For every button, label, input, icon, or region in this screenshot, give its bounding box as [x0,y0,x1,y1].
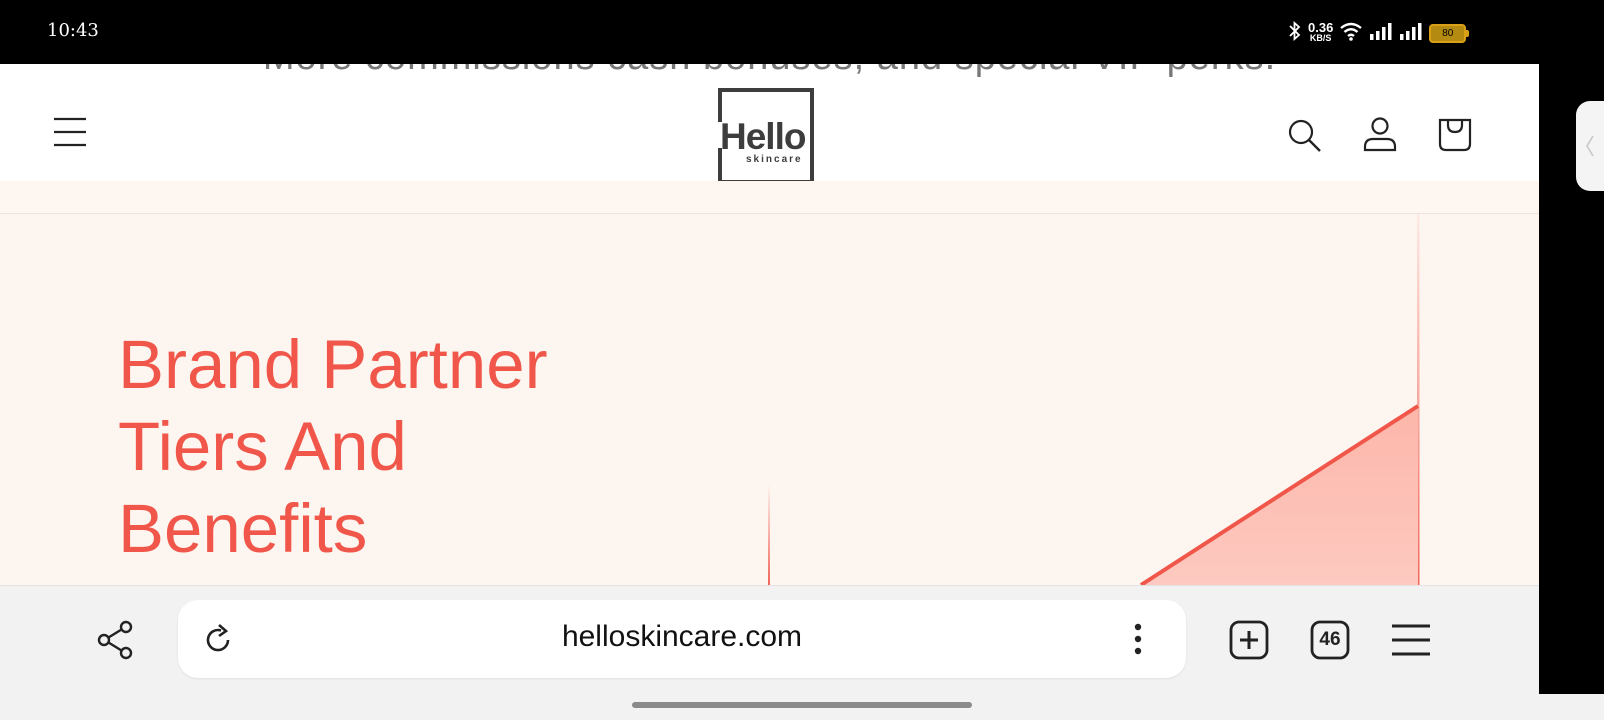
status-time: 10:43 [47,20,99,41]
promo-banner-text: More commissions cash bonuses, and speci… [0,64,1539,79]
hero-title-line: Benefits [118,490,368,567]
site-header: Hello skincare [0,64,1539,184]
cart-icon[interactable] [1435,114,1475,154]
logo-text: Hello [720,116,806,157]
search-icon[interactable] [1285,116,1325,156]
new-tab-icon[interactable] [1228,619,1270,661]
signal-icon [1399,22,1423,45]
wifi-icon [1339,21,1363,46]
menu-icon[interactable] [50,112,90,152]
hero-title-line: Tiers And [118,408,407,485]
status-bar: 10:43 0.36 KB/S 80 [0,0,1604,64]
home-indicator[interactable] [632,702,972,708]
logo[interactable]: Hello skincare [718,88,814,184]
signal-icon [1369,22,1393,45]
more-vertical-icon[interactable] [1128,621,1148,657]
status-icons: 0.36 KB/S 80 [1288,20,1470,46]
gesture-bar [0,694,1604,720]
account-icon[interactable] [1360,114,1400,154]
browser-menu-icon[interactable] [1389,621,1433,659]
side-drawer-handle[interactable] [1576,101,1604,191]
url-text[interactable]: helloskincare.com [178,620,1186,654]
header-divider [0,181,1539,214]
tabs-icon[interactable]: 46 [1309,619,1351,661]
web-page: Brand Partner Tiers And Benefits Hello s… [0,64,1539,585]
tab-count: 46 [1319,629,1341,650]
share-icon[interactable] [95,620,135,660]
bluetooth-icon [1288,20,1302,46]
network-speed: 0.36 KB/S [1308,20,1334,43]
hero-title-line: Brand Partner [118,326,548,403]
browser-toolbar: helloskincare.com 46 [0,585,1539,695]
logo-subtext: skincare [746,154,803,165]
address-bar[interactable]: helloskincare.com [178,600,1186,678]
battery-icon: 80 [1429,23,1470,43]
hero-title: Brand Partner Tiers And Benefits [118,324,718,570]
